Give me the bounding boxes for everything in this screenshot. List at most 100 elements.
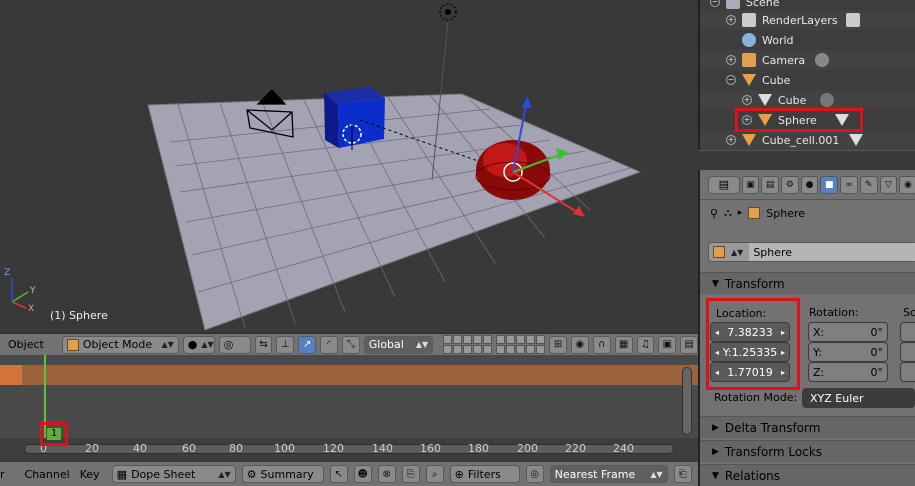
constraints-tab-icon[interactable]: ∞: [840, 175, 858, 194]
scale-x-field[interactable]: [900, 322, 915, 342]
data-tab-icon[interactable]: ▽: [879, 175, 898, 194]
outliner-item-label: World: [762, 33, 794, 47]
transform-locks-panel-header[interactable]: ▶ Transform Locks: [700, 440, 915, 462]
3d-viewport[interactable]: Z Y X (1) Sphere: [0, 0, 698, 333]
chevron-updown-icon: ▲▼: [218, 469, 231, 479]
rotation-y-value: 0°: [870, 345, 884, 359]
delta-transform-panel-header[interactable]: ▶ Delta Transform: [700, 416, 915, 438]
orientation-select[interactable]: Global ▲▼: [363, 335, 434, 354]
camera-data-icon[interactable]: [815, 53, 830, 67]
filter-collection-icon[interactable]: ⎘: [401, 465, 420, 483]
shading-select[interactable]: ● ▲▼: [182, 335, 215, 354]
render-tab-icon[interactable]: ▣: [741, 175, 760, 194]
snap-mode-select[interactable]: Nearest Frame ▲▼: [549, 465, 668, 483]
dopesheet-area[interactable]: 0 20 40 60 80 100 120 140 160 180 200 22…: [0, 355, 698, 462]
frame-tick: 60: [182, 442, 196, 455]
outliner-item-world[interactable]: World: [700, 30, 915, 50]
material-icon[interactable]: [820, 93, 835, 107]
auto-snap-icon[interactable]: ◎: [525, 465, 544, 483]
render-image-icon[interactable]: ▣: [658, 335, 677, 354]
mesh-data-icon[interactable]: [849, 134, 864, 146]
filters-button[interactable]: ⊕ Filters: [449, 465, 520, 483]
only-selected-icon[interactable]: ↖: [329, 465, 348, 483]
scale-label: Sca: [903, 306, 915, 319]
scene-canvas: [11, 3, 642, 331]
key-menu[interactable]: Key: [80, 468, 100, 481]
summary-channel-row: [0, 365, 698, 385]
view-menu[interactable]: r: [0, 468, 5, 481]
only-errors-icon[interactable]: ⊗: [377, 465, 396, 483]
vertical-scrollbar[interactable]: [682, 367, 692, 435]
scale-y-field[interactable]: [900, 342, 915, 362]
outliner-item-cube[interactable]: − Cube: [700, 70, 915, 90]
dopesheet-mode-select[interactable]: ▦ Dope Sheet ▲▼: [111, 465, 236, 483]
frame-tick: 220: [565, 442, 586, 455]
lock-layers-icon[interactable]: ⊞: [549, 335, 567, 354]
outliner-scrollbar[interactable]: [698, 150, 915, 170]
outliner[interactable]: − Scene + RenderLayers World + Camera − …: [698, 0, 915, 170]
world-tab-icon[interactable]: ●: [800, 175, 819, 194]
scene-tab-icon[interactable]: ⚙: [781, 175, 799, 194]
object-icon: [748, 207, 761, 219]
rotate-manipulator-icon[interactable]: ◜: [320, 335, 338, 354]
summary-channel-row-start: [0, 365, 22, 385]
layer-buttons[interactable]: [443, 335, 493, 354]
expand-icon[interactable]: +: [726, 55, 736, 65]
object-name-field[interactable]: ▲▼ Sphere: [708, 242, 915, 262]
scale-z-field[interactable]: [900, 362, 915, 382]
relations-panel-header[interactable]: ▼ Relations: [700, 464, 915, 486]
renderlayer-icon[interactable]: [845, 13, 860, 27]
pivot-select[interactable]: ◎: [218, 335, 251, 354]
render-animation-icon[interactable]: ▤: [680, 335, 699, 354]
mode-select[interactable]: Object Mode ▲▼: [61, 335, 179, 354]
show-hidden-icon[interactable]: ☻: [353, 465, 372, 483]
outliner-item-label: Scene: [746, 0, 780, 9]
layer-buttons-2[interactable]: [496, 335, 546, 354]
object-menu[interactable]: Object: [4, 338, 48, 351]
outliner-item-cube-cell[interactable]: + Cube_cell.001: [700, 130, 915, 150]
material-tab-icon[interactable]: ◉: [899, 175, 915, 194]
expand-icon[interactable]: +: [742, 95, 752, 105]
object-mode-icon: [66, 338, 79, 351]
rotation-x-field[interactable]: X: 0°: [808, 322, 888, 342]
channel-menu[interactable]: Channel: [25, 468, 70, 481]
summary-toggle[interactable]: ⚙ Summary: [241, 465, 324, 483]
expand-icon[interactable]: +: [726, 15, 736, 25]
snap-magnet-icon[interactable]: ∩: [592, 335, 611, 354]
transform-panel-header[interactable]: ▼ Transform: [700, 272, 915, 294]
outliner-item-label: Cube_cell.001: [762, 133, 840, 147]
copy-keyframes-icon[interactable]: ⎗: [673, 465, 692, 483]
summary-icon: ⚙: [246, 467, 257, 481]
mesh-data-icon: [758, 94, 772, 106]
outliner-item-label: Cube: [762, 73, 791, 87]
render-layers-tab-icon[interactable]: ▤: [761, 175, 780, 194]
frame-ruler[interactable]: 0 20 40 60 80 100 120 140 160 180 200 22…: [0, 438, 698, 462]
render-audio-icon[interactable]: ♫: [636, 335, 655, 354]
expand-icon[interactable]: +: [726, 135, 736, 145]
outliner-item-camera[interactable]: + Camera: [700, 50, 915, 70]
proportional-edit-icon[interactable]: ◉: [571, 335, 589, 354]
frame-tick: 100: [274, 442, 295, 455]
frame-tick: 160: [420, 442, 441, 455]
outliner-item-cube-mesh[interactable]: + Cube: [700, 90, 915, 110]
snap-toggle-icon[interactable]: ⇆: [254, 335, 273, 354]
manipulator-toggle-icon[interactable]: ⊥: [276, 335, 295, 354]
snap-element-icon[interactable]: ▦: [614, 335, 633, 354]
scale-manipulator-icon[interactable]: ⤡: [341, 335, 360, 354]
rotation-y-field[interactable]: Y: 0°: [808, 342, 888, 362]
outliner-item-renderlayers[interactable]: + RenderLayers: [700, 10, 915, 30]
collapse-icon[interactable]: −: [710, 0, 720, 7]
collapse-icon[interactable]: −: [726, 75, 736, 85]
translate-manipulator-icon[interactable]: ↗: [298, 335, 317, 354]
pin-icon[interactable]: ⚲: [710, 207, 718, 220]
rotation-mode-label: Rotation Mode:: [714, 391, 798, 404]
rotation-z-field[interactable]: Z: 0°: [808, 362, 888, 382]
current-frame-highlight[interactable]: 1: [40, 422, 68, 446]
modifiers-tab-icon[interactable]: ✎: [859, 175, 878, 194]
search-icon[interactable]: ⌕: [425, 465, 444, 483]
rotation-mode-select[interactable]: XYZ Euler: [802, 388, 915, 408]
object-tab-icon[interactable]: ■: [820, 175, 839, 194]
editor-type-select[interactable]: ▤: [708, 175, 740, 194]
snap-mode-label: Nearest Frame: [554, 467, 636, 481]
rotation-label: Rotation:: [809, 306, 859, 319]
